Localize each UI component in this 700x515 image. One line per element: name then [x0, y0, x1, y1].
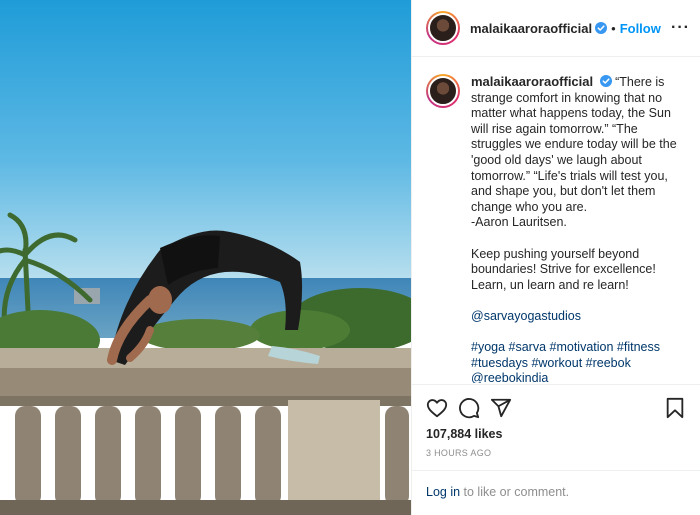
- post-side-panel: malaikaaroraofficial • Follow ··· malaik…: [411, 0, 700, 515]
- caption-quote-text: “There is strange comfort in knowing tha…: [471, 75, 677, 230]
- action-icons-row: [426, 395, 686, 421]
- like-heart-icon[interactable]: [426, 397, 448, 419]
- post-header: malaikaaroraofficial • Follow ···: [412, 0, 700, 57]
- login-prompt: Log in to like or comment.: [412, 470, 700, 515]
- save-bookmark-icon[interactable]: [664, 397, 686, 419]
- caption-avatar[interactable]: [426, 74, 460, 108]
- mention-link[interactable]: @sarvayogastudios: [471, 309, 685, 325]
- more-options-icon[interactable]: ···: [671, 19, 690, 37]
- post-photo[interactable]: [0, 0, 411, 515]
- comment-icon[interactable]: [458, 397, 480, 419]
- dot-separator: •: [611, 20, 616, 36]
- yoga-photo-image: [0, 0, 411, 515]
- caption-section: malaikaaroraofficial “There is strange c…: [412, 58, 700, 383]
- share-icon[interactable]: [490, 397, 512, 419]
- like-count[interactable]: 107,884 likes: [426, 427, 686, 441]
- hashtags-links[interactable]: #yoga #sarva #motivation #fitness #tuesd…: [471, 340, 685, 371]
- login-prompt-text: to like or comment.: [460, 485, 570, 499]
- post-timestamp[interactable]: 3 HOURS AGO: [426, 448, 686, 458]
- verified-badge-icon: [595, 22, 608, 34]
- caption-motivation-text: Keep pushing yourself beyond boundaries!…: [471, 246, 656, 292]
- caption-username-link[interactable]: malaikaaroraofficial: [471, 74, 593, 89]
- actions-section: 107,884 likes 3 HOURS AGO: [412, 384, 700, 458]
- login-link[interactable]: Log in: [426, 485, 460, 499]
- author-username-link[interactable]: malaikaaroraofficial: [470, 21, 592, 36]
- caption-body: malaikaaroraofficial “There is strange c…: [471, 74, 685, 383]
- verified-badge-icon: [599, 75, 612, 87]
- follow-button[interactable]: Follow: [620, 21, 661, 36]
- avatar[interactable]: [426, 11, 460, 45]
- mention-link-cut[interactable]: @reebokindia: [471, 371, 685, 383]
